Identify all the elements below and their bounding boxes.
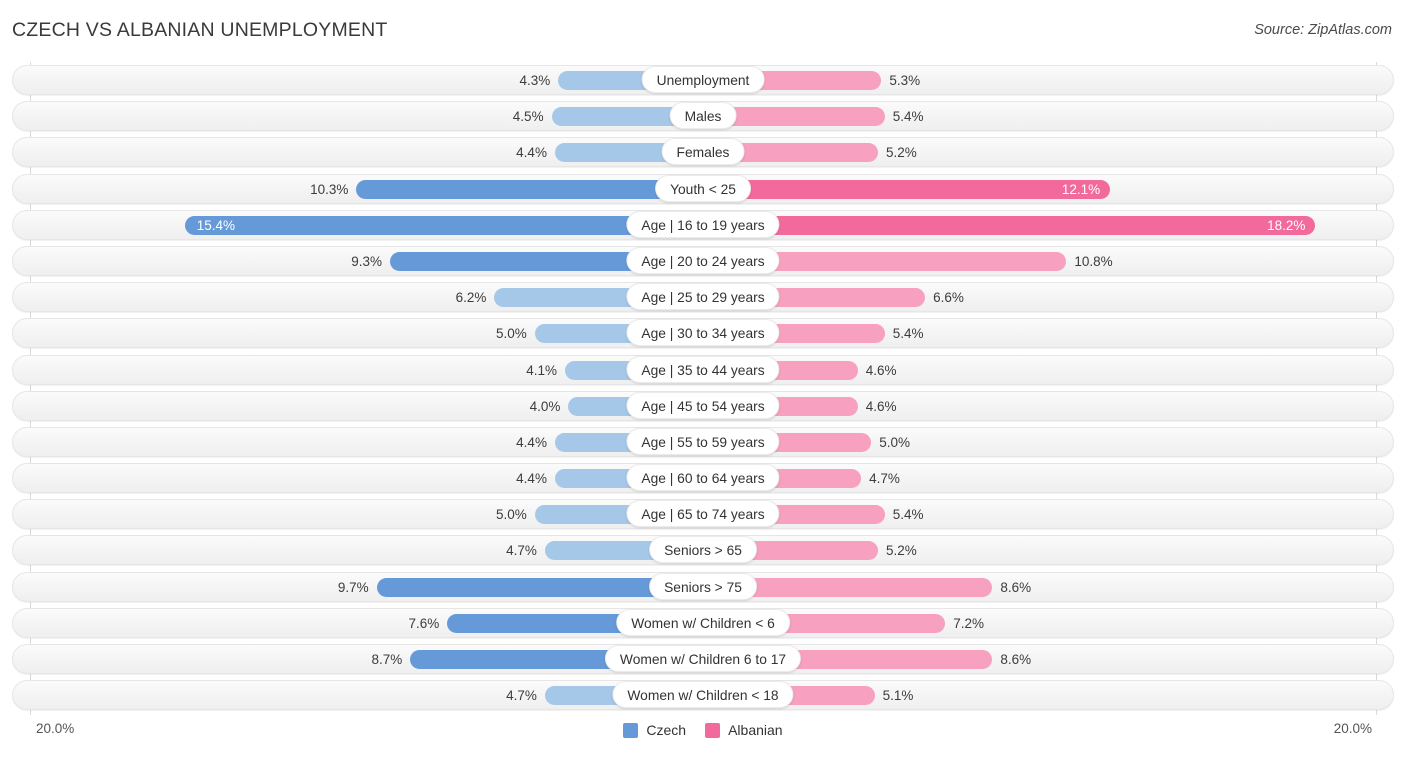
bar-row: 4.4% 5.2% Females bbox=[0, 134, 1406, 170]
value-label-czech: 4.5% bbox=[512, 109, 544, 125]
value-label-czech: 7.6% bbox=[408, 615, 440, 631]
category-label: Age | 45 to 54 years bbox=[626, 391, 780, 419]
bar-row: 4.4% 5.0% Age | 55 to 59 years bbox=[0, 424, 1406, 460]
value-label-czech: 4.0% bbox=[529, 398, 561, 414]
chart-footer: 20.0% 20.0% Czech Albanian bbox=[0, 715, 1406, 757]
category-label: Age | 25 to 29 years bbox=[626, 283, 780, 311]
legend-swatch-icon bbox=[623, 722, 639, 738]
category-label: Women w/ Children 6 to 17 bbox=[604, 645, 802, 672]
page-title: CZECH VS ALBANIAN UNEMPLOYMENT bbox=[12, 19, 388, 41]
bar-row: 4.5% 5.4% Males bbox=[0, 98, 1406, 134]
bar-row: 5.0% 5.4% Age | 65 to 74 years bbox=[0, 496, 1406, 532]
value-label-albanian: 12.1% bbox=[1061, 181, 1101, 197]
bar-row: 4.1% 4.6% Age | 35 to 44 years bbox=[0, 352, 1406, 388]
value-label-czech: 5.0% bbox=[495, 326, 527, 342]
legend-swatch-icon bbox=[705, 722, 721, 738]
category-label: Youth < 25 bbox=[655, 174, 751, 202]
bar-row: 6.2% 6.6% Age | 25 to 29 years bbox=[0, 279, 1406, 315]
value-label-albanian: 8.6% bbox=[1000, 652, 1032, 667]
category-label: Women w/ Children < 18 bbox=[612, 681, 794, 709]
value-label-albanian: 6.6% bbox=[933, 290, 964, 306]
value-label-albanian: 4.6% bbox=[865, 398, 897, 414]
value-label-albanian: 5.2% bbox=[885, 145, 917, 161]
bar-row: 4.7% 5.1% Women w/ Children < 18 bbox=[0, 677, 1406, 713]
category-label: Seniors > 75 bbox=[649, 572, 757, 600]
value-label-albanian: 4.7% bbox=[869, 471, 900, 487]
category-label: Women w/ Children < 6 bbox=[616, 608, 790, 636]
bar-row: 9.7% 8.6% Seniors > 75 bbox=[0, 569, 1406, 605]
bar-czech bbox=[184, 215, 703, 235]
value-label-albanian: 5.4% bbox=[892, 109, 924, 125]
category-label: Age | 20 to 24 years bbox=[626, 246, 780, 274]
value-label-czech: 4.7% bbox=[506, 543, 537, 559]
bar-row: 4.4% 4.7% Age | 60 to 64 years bbox=[0, 460, 1406, 496]
category-label: Age | 16 to 19 years bbox=[626, 210, 780, 238]
category-label: Age | 55 to 59 years bbox=[626, 427, 780, 455]
bar-row: 10.3% 12.1% Youth < 25 bbox=[0, 171, 1406, 207]
value-label-czech: 4.7% bbox=[506, 688, 537, 704]
category-label: Age | 35 to 44 years bbox=[626, 355, 780, 383]
value-label-albanian: 18.2% bbox=[1267, 217, 1306, 233]
value-label-czech: 10.3% bbox=[310, 181, 349, 197]
legend-item: Albanian bbox=[705, 722, 783, 738]
bar-czech bbox=[356, 179, 703, 199]
value-label-albanian: 5.0% bbox=[879, 434, 911, 450]
value-label-albanian: 4.6% bbox=[865, 362, 897, 378]
legend-label: Albanian bbox=[728, 722, 783, 738]
bar-row: 8.7% 8.6% Women w/ Children 6 to 17 bbox=[0, 641, 1406, 677]
bar-rows: 4.3% 5.3% Unemployment 4.5% 5.4% Males 4.4% 5.2… bbox=[0, 62, 1406, 713]
value-label-czech: 4.4% bbox=[516, 434, 547, 450]
bar-albanian bbox=[703, 179, 1111, 199]
bar-row: 15.4% 18.2% Age | 16 to 19 years bbox=[0, 207, 1406, 243]
category-label: Age | 60 to 64 years bbox=[626, 464, 780, 492]
value-label-czech: 8.7% bbox=[371, 652, 403, 667]
chart-page: CZECH VS ALBANIAN UNEMPLOYMENT Source: Z… bbox=[0, 0, 1406, 757]
value-label-albanian: 5.1% bbox=[882, 688, 914, 704]
source-attribution: Source: ZipAtlas.com bbox=[1254, 22, 1392, 38]
category-label: Age | 30 to 34 years bbox=[626, 319, 780, 347]
bar-albanian bbox=[703, 215, 1316, 235]
legend-item: Czech bbox=[623, 722, 686, 738]
value-label-czech: 9.3% bbox=[351, 253, 383, 269]
value-label-czech: 4.3% bbox=[519, 73, 551, 88]
value-label-albanian: 10.8% bbox=[1074, 253, 1113, 269]
bar-row: 4.3% 5.3% Unemployment bbox=[0, 62, 1406, 98]
value-label-albanian: 8.6% bbox=[1000, 579, 1032, 595]
value-label-czech: 4.4% bbox=[516, 145, 547, 161]
value-label-czech: 6.2% bbox=[455, 290, 487, 306]
value-label-czech: 4.1% bbox=[526, 362, 558, 378]
value-label-czech: 5.0% bbox=[495, 507, 527, 523]
bar-row: 5.0% 5.4% Age | 30 to 34 years bbox=[0, 315, 1406, 351]
bar-row: 9.3% 10.8% Age | 20 to 24 years bbox=[0, 243, 1406, 279]
value-label-albanian: 5.3% bbox=[889, 73, 921, 88]
value-label-albanian: 5.2% bbox=[885, 543, 917, 559]
value-label-czech: 4.4% bbox=[516, 471, 547, 487]
bar-row: 7.6% 7.2% Women w/ Children < 6 bbox=[0, 605, 1406, 641]
chart-header: CZECH VS ALBANIAN UNEMPLOYMENT Source: Z… bbox=[0, 0, 1406, 62]
category-label: Females bbox=[661, 138, 745, 166]
plot-area: 4.3% 5.3% Unemployment 4.5% 5.4% Males 4.4% 5.2… bbox=[0, 62, 1406, 719]
category-label: Age | 65 to 74 years bbox=[626, 500, 780, 528]
category-label: Males bbox=[669, 102, 737, 130]
category-label: Unemployment bbox=[641, 66, 765, 93]
bar-row: 4.7% 5.2% Seniors > 65 bbox=[0, 532, 1406, 568]
value-label-czech: 15.4% bbox=[196, 217, 236, 233]
value-label-czech: 9.7% bbox=[337, 579, 369, 595]
value-label-albanian: 5.4% bbox=[892, 326, 924, 342]
legend-label: Czech bbox=[646, 722, 687, 738]
chart-legend: Czech Albanian bbox=[0, 722, 1406, 738]
value-label-albanian: 5.4% bbox=[892, 507, 924, 523]
value-label-albanian: 7.2% bbox=[953, 615, 985, 631]
category-label: Seniors > 65 bbox=[649, 536, 757, 564]
bar-row: 4.0% 4.6% Age | 45 to 54 years bbox=[0, 388, 1406, 424]
